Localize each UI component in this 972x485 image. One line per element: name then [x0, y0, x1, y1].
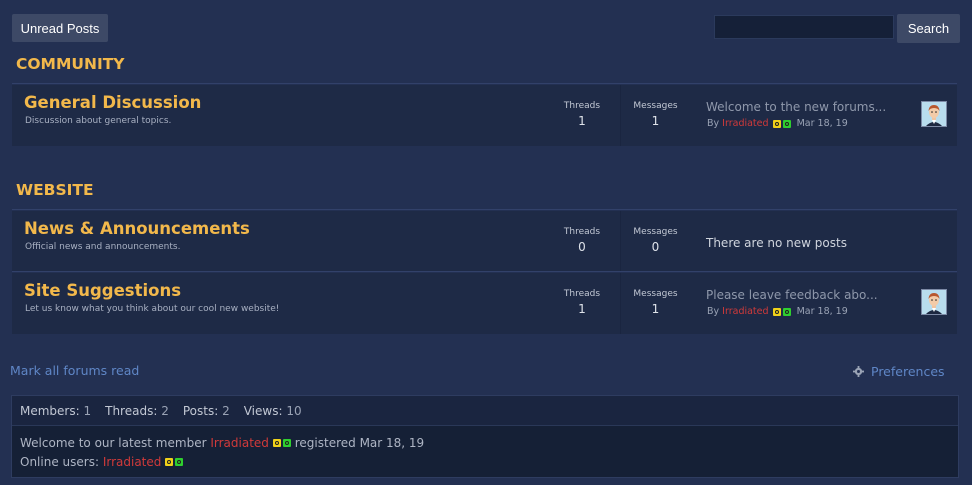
mark-all-read-link[interactable]: Mark all forums read: [10, 363, 139, 378]
messages-label: Messages: [633, 289, 678, 299]
category-title-website[interactable]: WEBSITE: [16, 181, 94, 199]
last-post-user[interactable]: Irradiated: [722, 306, 768, 317]
threads-total-stat: Threads: 2: [105, 403, 169, 418]
threads-count: 1: [578, 302, 586, 316]
stat-divider: [620, 85, 621, 146]
forum-stats-box: Members: 1 Threads: 2 Posts: 2 Views: 10…: [11, 395, 959, 478]
last-post-user[interactable]: Irradiated: [722, 118, 768, 129]
forum-description: Official news and announcements.: [25, 242, 181, 252]
latest-member-link[interactable]: Irradiated: [210, 436, 269, 450]
messages-count: 1: [651, 114, 660, 128]
messages-label: Messages: [633, 101, 678, 111]
messages-stat: Messages 1: [622, 289, 689, 316]
forum-title[interactable]: News & Announcements: [24, 219, 250, 238]
forum-row-general-discussion: General Discussion Discussion about gene…: [12, 85, 957, 146]
forum-row-site-suggestions: Site Suggestions Let us know what you th…: [12, 273, 957, 334]
unread-posts-button[interactable]: Unread Posts: [12, 14, 108, 42]
threads-label: Threads: [563, 227, 601, 237]
posts-total-stat: Posts: 2: [182, 403, 230, 418]
user-badge-yellow-icon: [772, 119, 781, 128]
messages-count: 0: [651, 240, 660, 254]
threads-stat: Threads 0: [552, 227, 612, 254]
category-divider: [12, 83, 957, 84]
stat-divider: [620, 273, 621, 334]
by-label: By: [707, 306, 720, 317]
category-title-community[interactable]: COMMUNITY: [16, 55, 125, 73]
user-badge-green-icon: [782, 119, 791, 128]
user-badge-green-icon: [282, 439, 291, 447]
last-post-meta: By Irradiated Mar 18, 19: [707, 306, 848, 317]
user-badge-green-icon: [175, 458, 184, 466]
preferences-label[interactable]: Preferences: [871, 364, 945, 379]
threads-count: 1: [578, 114, 586, 128]
stat-divider: [620, 211, 621, 272]
registered-text: registered Mar 18, 19: [294, 436, 425, 450]
last-post-date: Mar 18, 19: [796, 306, 848, 317]
forum-row-news-announcements: News & Announcements Official news and a…: [12, 211, 957, 272]
messages-stat: Messages 0: [622, 227, 689, 254]
last-post-title[interactable]: Please leave feedback abo...: [706, 288, 878, 302]
online-user-link[interactable]: Irradiated: [103, 455, 162, 469]
forum-title[interactable]: General Discussion: [24, 93, 201, 112]
forum-description: Discussion about general topics.: [25, 116, 172, 126]
threads-stat: Threads 1: [552, 289, 612, 316]
last-post-date: Mar 18, 19: [796, 118, 848, 129]
last-post-title[interactable]: Welcome to the new forums...: [706, 100, 886, 114]
user-badge-yellow-icon: [165, 458, 174, 466]
online-label: Online users:: [20, 455, 99, 469]
last-post-meta: By Irradiated Mar 18, 19: [707, 118, 848, 129]
messages-label: Messages: [633, 227, 678, 237]
stats-summary: Members: 1 Threads: 2 Posts: 2 Views: 10: [12, 396, 958, 426]
avatar-icon[interactable]: [921, 101, 947, 127]
user-badge-yellow-icon: [772, 307, 781, 316]
threads-label: Threads: [563, 101, 601, 111]
messages-count: 1: [651, 302, 660, 316]
user-badge-green-icon: [782, 307, 791, 316]
members-stat: Members: 1: [20, 403, 92, 418]
forum-title[interactable]: Site Suggestions: [24, 281, 181, 300]
avatar-icon[interactable]: [921, 289, 947, 315]
welcome-text: Welcome to our latest member: [20, 436, 207, 450]
threads-count: 0: [578, 240, 586, 254]
views-total-stat: Views: 10: [243, 403, 302, 418]
threads-stat: Threads 1: [552, 101, 612, 128]
search-input[interactable]: [714, 15, 894, 39]
forum-description: Let us know what you think about our coo…: [25, 304, 280, 314]
search-button[interactable]: Search: [897, 14, 960, 43]
online-users-line: Online users: Irradiated: [20, 455, 184, 469]
by-label: By: [707, 118, 720, 129]
preferences-link[interactable]: Preferences: [853, 364, 945, 379]
category-divider: [12, 209, 957, 210]
messages-stat: Messages 1: [622, 101, 689, 128]
row-divider: [12, 271, 957, 272]
no-new-posts-text: There are no new posts: [706, 236, 847, 250]
threads-label: Threads: [563, 289, 601, 299]
gear-icon: [853, 366, 864, 377]
latest-member-line: Welcome to our latest member Irradiated …: [20, 436, 424, 450]
user-badge-yellow-icon: [272, 439, 281, 447]
